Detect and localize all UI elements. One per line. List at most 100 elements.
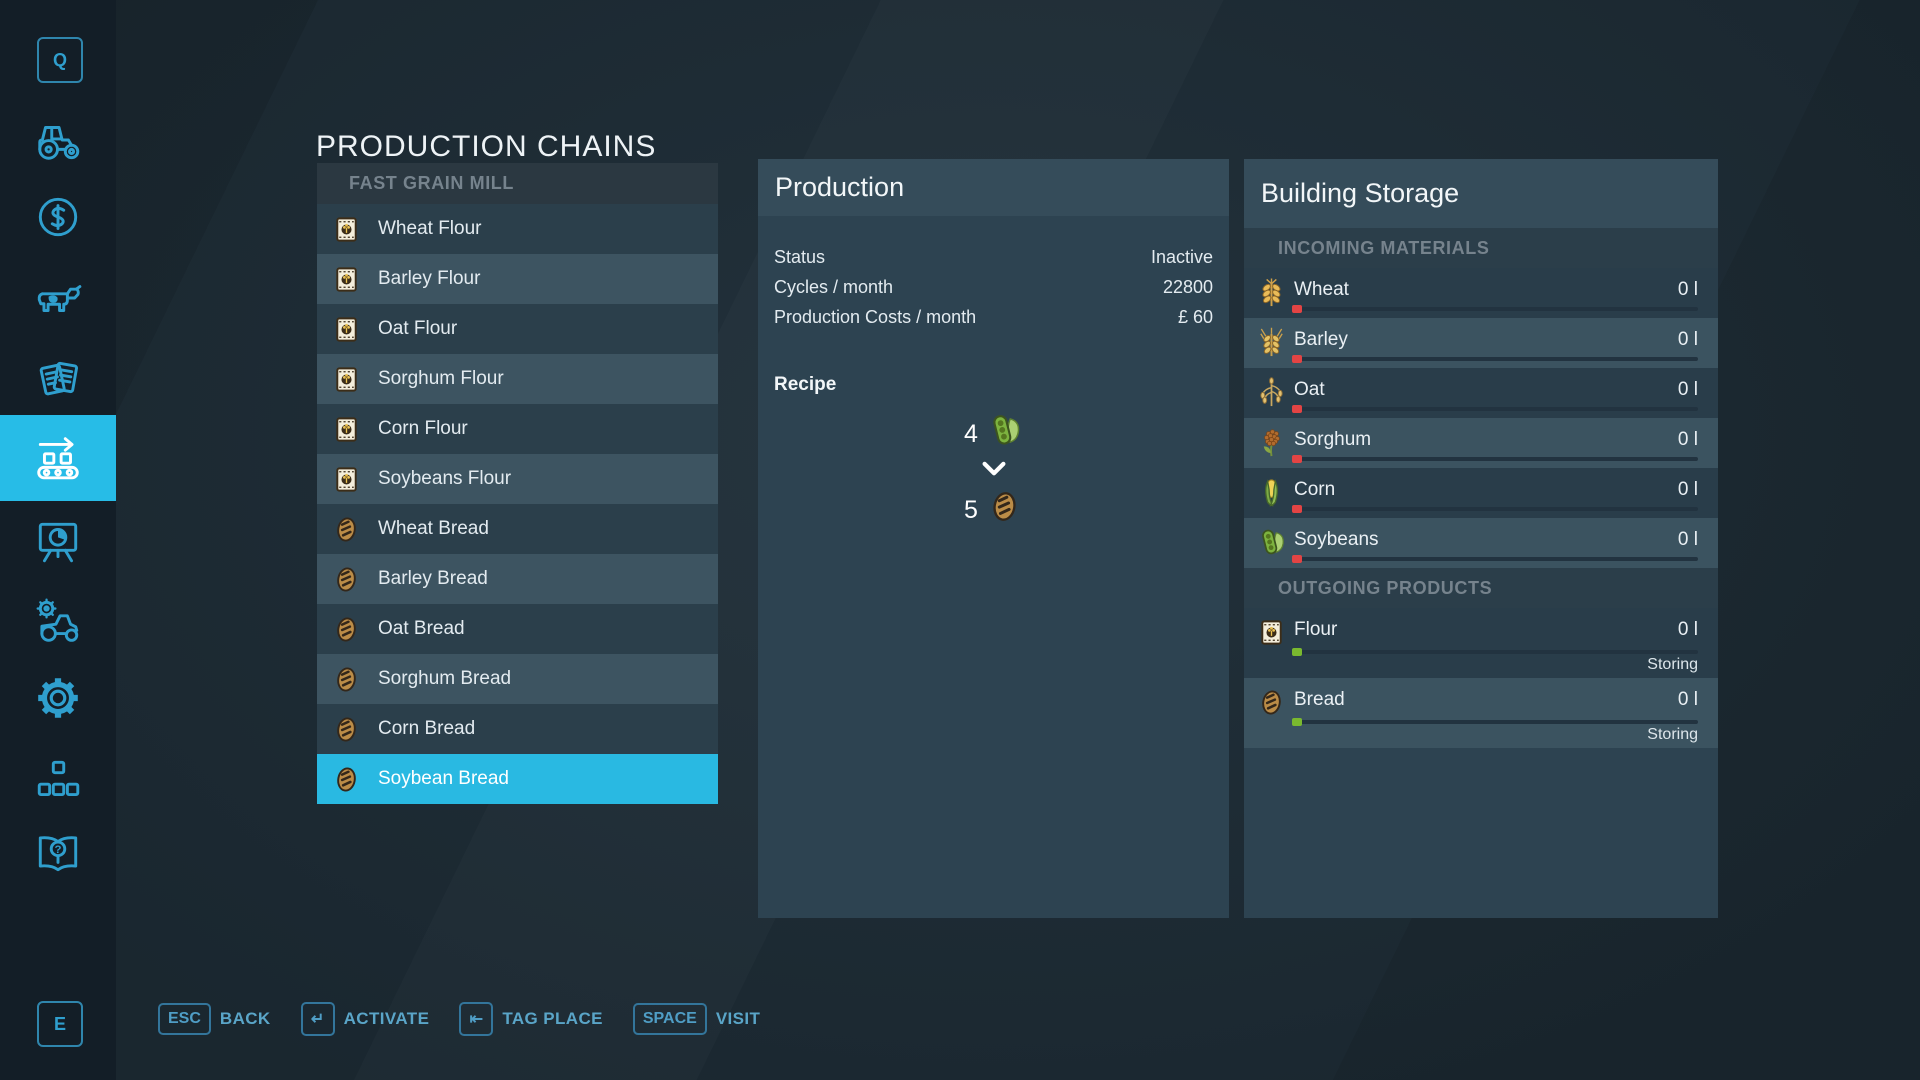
recipe-block: 4 5	[774, 412, 1213, 532]
list-item-label: Wheat Flour	[378, 218, 481, 240]
list-item-wheat-bread[interactable]: Wheat Bread	[317, 504, 718, 554]
list-item-sorghum-bread[interactable]: Sorghum Bread	[317, 654, 718, 704]
stat-row: Cycles / month 22800	[774, 272, 1213, 302]
building-storage-title: Building Storage	[1244, 159, 1718, 228]
key-visit-badge: SPACE	[633, 1003, 707, 1035]
statistics-icon	[33, 517, 83, 567]
production-chains-screen: Q ? E PRODUCTION CHAINS FAST GRAIN MILL …	[0, 0, 1920, 1080]
facility-name-header: FAST GRAIN MILL	[317, 163, 718, 204]
bread-icon	[331, 714, 362, 745]
sidebar-item-settings[interactable]	[0, 663, 116, 733]
key-q-badge: Q	[37, 37, 83, 83]
list-item-barley-bread[interactable]: Barley Bread	[317, 554, 718, 604]
storage-item-name: Wheat	[1294, 279, 1349, 301]
sidebar-item-connections[interactable]	[0, 745, 116, 815]
list-item-sorghum-flour[interactable]: Sorghum Flour	[317, 354, 718, 404]
recipe-input: 4	[964, 412, 1023, 456]
sidebar: Q ? E	[0, 0, 116, 1080]
stat-label: Cycles / month	[774, 272, 893, 302]
sidebar-item-help[interactable]: ?	[0, 818, 116, 888]
list-item-label: Barley Flour	[378, 268, 480, 290]
fill-level-bar	[1292, 457, 1698, 461]
fill-level-bar	[1292, 407, 1698, 411]
fill-level-bar	[1292, 720, 1698, 724]
list-item-barley-flour[interactable]: Barley Flour	[317, 254, 718, 304]
sidebar-item-production-chains[interactable]	[0, 415, 116, 501]
flour-bag-icon	[331, 464, 362, 495]
list-item-oat-flour[interactable]: Oat Flour	[317, 304, 718, 354]
bread-icon	[331, 664, 362, 695]
incoming-materials-header: INCOMING MATERIALS	[1244, 228, 1718, 268]
storage-item-name: Corn	[1294, 479, 1335, 501]
storage-row-soybeans: Soybeans 0 l	[1244, 518, 1718, 568]
storage-item-amount: 0 l	[1678, 479, 1698, 501]
list-item-label: Soybean Bread	[378, 768, 509, 790]
fill-level-bar	[1292, 650, 1698, 654]
flour-bag-icon	[331, 264, 362, 295]
flour-bag-icon	[331, 214, 362, 245]
production-chain-icon	[33, 433, 83, 483]
fill-status-dot	[1292, 718, 1302, 726]
stat-value: 22800	[1163, 272, 1213, 302]
sidebar-item-statistics[interactable]	[0, 507, 116, 577]
hotkey-label: TAG PLACE	[502, 1009, 603, 1029]
storage-item-amount: 0 l	[1678, 429, 1698, 451]
hotkey-hint-tag-place[interactable]: ⇤ TAG PLACE	[459, 1002, 603, 1036]
storage-item-name: Oat	[1294, 379, 1325, 401]
cow-icon	[33, 273, 83, 323]
fill-status-dot	[1292, 648, 1302, 656]
bread-icon	[331, 614, 362, 645]
key-e-badge: E	[37, 1001, 83, 1047]
bread-icon	[331, 514, 362, 545]
storage-row-bread: Bread 0 l Storing	[1244, 678, 1718, 748]
stat-value: £ 60	[1178, 302, 1213, 332]
stat-row: Status Inactive	[774, 242, 1213, 272]
list-item-label: Sorghum Flour	[378, 368, 504, 390]
sidebar-item-animals[interactable]	[0, 263, 116, 333]
storage-mode-label: Storing	[1647, 656, 1698, 674]
list-item-corn-bread[interactable]: Corn Bread	[317, 704, 718, 754]
hotkey-label: VISIT	[716, 1009, 761, 1029]
stat-value: Inactive	[1151, 242, 1213, 272]
fill-level-bar	[1292, 557, 1698, 561]
sidebar-item-garage[interactable]	[0, 585, 116, 655]
recipe-input-qty: 4	[964, 420, 978, 449]
gear-icon	[33, 673, 83, 723]
chevron-down-icon	[979, 460, 1009, 484]
hotkey-hint-visit[interactable]: SPACE VISIT	[633, 1003, 760, 1035]
sidebar-item-contracts[interactable]	[0, 343, 116, 413]
fill-level-bar	[1292, 507, 1698, 511]
fill-status-dot	[1292, 455, 1302, 463]
storage-item-amount: 0 l	[1678, 379, 1698, 401]
dollar-icon	[33, 192, 83, 242]
recipe-output-qty: 5	[964, 496, 978, 525]
stat-row: Production Costs / month £ 60	[774, 302, 1213, 332]
tractor-gear-icon	[33, 595, 83, 645]
list-item-wheat-flour[interactable]: Wheat Flour	[317, 204, 718, 254]
soybeans-icon	[986, 412, 1023, 449]
list-item-soybeans-flour[interactable]: Soybeans Flour	[317, 454, 718, 504]
flour-bag-icon	[331, 364, 362, 395]
hotkey-hint-activate[interactable]: ↵ ACTIVATE	[301, 1002, 430, 1036]
hotkey-hint-bar: ESC BACK ↵ ACTIVATE ⇤ TAG PLACE SPACE VI…	[158, 1002, 760, 1036]
recipe-output: 5	[964, 488, 1023, 532]
list-item-label: Corn Flour	[378, 418, 468, 440]
sidebar-item-finances[interactable]	[0, 182, 116, 252]
fill-level-bar	[1292, 307, 1698, 311]
list-item-label: Sorghum Bread	[378, 668, 511, 690]
production-panel-title: Production	[758, 159, 1229, 216]
list-item-corn-flour[interactable]: Corn Flour	[317, 404, 718, 454]
storage-row-wheat: Wheat 0 l	[1244, 268, 1718, 318]
sidebar-item-vehicles[interactable]	[0, 105, 116, 175]
hotkey-hint-back[interactable]: ESC BACK	[158, 1003, 271, 1035]
list-item-label: Oat Bread	[378, 618, 465, 640]
outgoing-products-header: OUTGOING PRODUCTS	[1244, 568, 1718, 608]
list-item-oat-bread[interactable]: Oat Bread	[317, 604, 718, 654]
storage-item-amount: 0 l	[1678, 619, 1698, 641]
storage-item-amount: 0 l	[1678, 529, 1698, 551]
storage-item-name: Sorghum	[1294, 429, 1371, 451]
list-item-soybean-bread[interactable]: Soybean Bread	[317, 754, 718, 804]
help-book-icon: ?	[33, 828, 83, 878]
list-item-label: Oat Flour	[378, 318, 457, 340]
flour-bag-icon	[331, 414, 362, 445]
